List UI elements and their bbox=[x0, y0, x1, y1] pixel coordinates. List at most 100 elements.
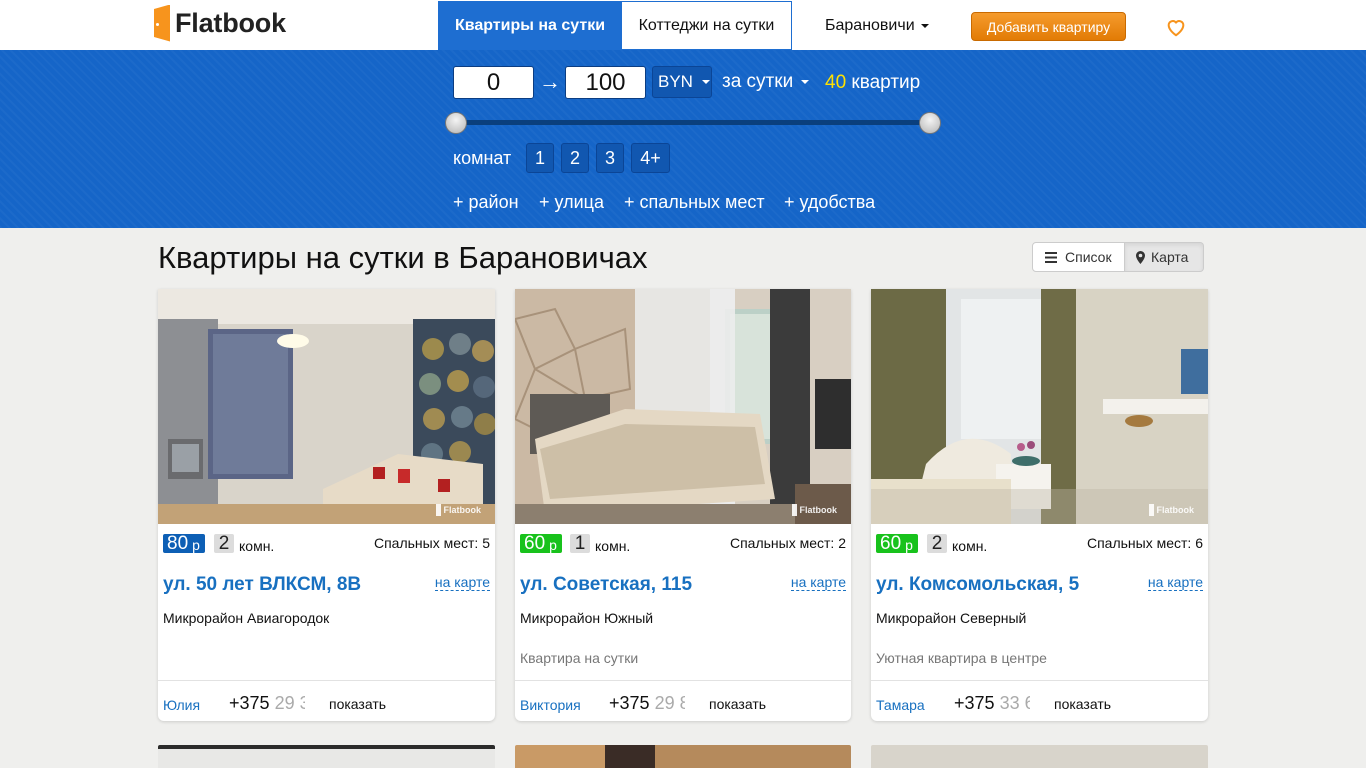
filter-add-street[interactable]: + улица bbox=[539, 192, 604, 213]
price-value: 80 bbox=[167, 532, 189, 554]
watermark: Flatbook bbox=[435, 504, 482, 516]
listing-photo[interactable]: Flatbook bbox=[515, 289, 851, 524]
listing-card[interactable]: Flatbook 60 р 1 комн. Спальных мест: 2 ул… bbox=[515, 289, 851, 721]
rooms-suffix: комн. bbox=[239, 538, 275, 554]
view-list-label: Список bbox=[1065, 249, 1112, 265]
period-label: за сутки bbox=[722, 71, 794, 92]
listing-card[interactable]: Flatbook 80 р 2 комн. Спальных мест: 5 ул… bbox=[158, 289, 495, 721]
logo-text: Flatbook bbox=[175, 7, 286, 38]
price-currency: р bbox=[549, 536, 557, 553]
watermark: Flatbook bbox=[1148, 504, 1195, 516]
price-slider-max-handle[interactable] bbox=[919, 112, 941, 134]
currency-label: BYN bbox=[658, 72, 693, 91]
price-badge[interactable]: 60 р bbox=[520, 532, 562, 554]
listing-district: Микрорайон Северный bbox=[876, 610, 1027, 626]
period-dropdown[interactable]: за сутки bbox=[722, 71, 810, 93]
rooms-filter-3[interactable]: 3 bbox=[596, 143, 624, 173]
add-apartment-button[interactable]: Добавить квартиру bbox=[971, 12, 1126, 41]
listing-district: Микрорайон Южный bbox=[520, 610, 654, 626]
page-title: Квартиры на сутки в Барановичах bbox=[158, 240, 648, 275]
rooms-badge: 1 bbox=[570, 533, 590, 554]
top-navbar: Flatbook Квартиры на сутки Коттеджи на с… bbox=[0, 0, 1366, 50]
range-arrow: → bbox=[539, 69, 561, 94]
listing-street-link[interactable]: ул. Советская, 115 bbox=[520, 574, 692, 596]
listing-photo[interactable]: Flatbook bbox=[871, 289, 1208, 524]
owner-name[interactable]: Тамара bbox=[876, 697, 925, 713]
tab-cottages[interactable]: Коттеджи на сутки bbox=[622, 1, 792, 50]
view-toggle: Список Карта bbox=[1032, 242, 1204, 272]
price-max-input[interactable]: 100 bbox=[565, 66, 646, 99]
watermark-text: Flatbook bbox=[443, 505, 482, 515]
divider bbox=[158, 680, 495, 681]
price-badge[interactable]: 80 р bbox=[163, 532, 205, 554]
price-value: 60 bbox=[524, 532, 546, 554]
phone-number: +375 33 6 bbox=[954, 693, 1030, 713]
rooms-filter-1[interactable]: 1 bbox=[526, 143, 554, 173]
listing-district: Микрорайон Авиагородок bbox=[163, 610, 330, 626]
phone-number: +375 29 3 bbox=[229, 693, 305, 713]
results-count-label: квартир bbox=[851, 72, 921, 93]
door-logo-icon bbox=[154, 4, 170, 42]
logo[interactable]: Flatbook bbox=[154, 4, 286, 42]
watermark-text: Flatbook bbox=[799, 505, 838, 515]
rooms-filter-4plus[interactable]: 4+ bbox=[631, 143, 670, 173]
sleeping-places: Спальных мест: 2 bbox=[729, 535, 846, 551]
show-on-map-link[interactable]: на карте bbox=[434, 574, 490, 591]
caret-down-icon bbox=[801, 80, 810, 84]
listing-card-partial[interactable] bbox=[515, 745, 851, 768]
filter-add-beds[interactable]: + спальных мест bbox=[624, 192, 765, 213]
watermark: Flatbook bbox=[791, 504, 838, 516]
listing-street-link[interactable]: ул. 50 лет ВЛКСМ, 8В bbox=[163, 574, 361, 596]
show-phone-button[interactable]: показать bbox=[1054, 696, 1111, 712]
city-label: Барановичи bbox=[825, 17, 915, 34]
listing-street-link[interactable]: ул. Комсомольская, 5 bbox=[876, 574, 1079, 596]
caret-down-icon bbox=[701, 80, 710, 84]
divider bbox=[515, 680, 851, 681]
phone-number: +375 29 8 bbox=[609, 693, 685, 713]
price-value: 60 bbox=[880, 532, 902, 554]
rooms-filter-2[interactable]: 2 bbox=[561, 143, 589, 173]
show-phone-button[interactable]: показать bbox=[709, 696, 766, 712]
currency-dropdown[interactable]: BYN bbox=[652, 66, 712, 98]
owner-name[interactable]: Виктория bbox=[520, 697, 581, 713]
city-dropdown[interactable]: Барановичи bbox=[825, 17, 929, 35]
listing-description: Квартира на сутки bbox=[520, 650, 639, 666]
listing-card[interactable]: Flatbook 60 р 2 комн. Спальных мест: 6 ул… bbox=[871, 289, 1208, 721]
view-map-label: Карта bbox=[1151, 249, 1189, 265]
sleeping-places: Спальных мест: 6 bbox=[1086, 535, 1203, 551]
list-icon bbox=[1045, 251, 1057, 263]
watermark-text: Flatbook bbox=[1156, 505, 1195, 515]
tab-flats[interactable]: Квартиры на сутки bbox=[438, 1, 622, 50]
price-currency: р bbox=[192, 536, 200, 553]
price-currency: р bbox=[905, 536, 913, 553]
view-map-button[interactable]: Карта bbox=[1125, 242, 1204, 272]
rooms-suffix: комн. bbox=[595, 538, 631, 554]
listing-card-partial[interactable] bbox=[871, 745, 1208, 768]
owner-name[interactable]: Юлия bbox=[163, 697, 200, 713]
price-min-input[interactable]: 0 bbox=[453, 66, 534, 99]
rooms-badge: 2 bbox=[927, 533, 947, 554]
caret-down-icon bbox=[920, 24, 929, 28]
rooms-suffix: комн. bbox=[952, 538, 988, 554]
results-count: 40 квартир bbox=[825, 72, 920, 94]
show-on-map-link[interactable]: на карте bbox=[1147, 574, 1203, 591]
listing-description: Уютная квартира в центре bbox=[876, 650, 1047, 666]
sleeping-places: Спальных мест: 5 bbox=[373, 535, 490, 551]
listing-photo[interactable]: Flatbook bbox=[158, 289, 495, 524]
show-on-map-link[interactable]: на карте bbox=[790, 574, 846, 591]
filter-panel: 0 → 100 BYN за сутки 40 квартир комнат 1… bbox=[0, 50, 1366, 228]
rooms-badge: 2 bbox=[214, 533, 234, 554]
map-marker-icon bbox=[1136, 250, 1145, 264]
listing-card-partial[interactable] bbox=[158, 745, 495, 768]
divider bbox=[871, 680, 1208, 681]
heart-favorites-icon[interactable] bbox=[1165, 16, 1187, 38]
filter-add-district[interactable]: + район bbox=[453, 192, 519, 213]
rooms-filter-label: комнат bbox=[453, 148, 512, 168]
show-phone-button[interactable]: показать bbox=[329, 696, 386, 712]
results-count-number: 40 bbox=[825, 72, 847, 93]
view-list-button[interactable]: Список bbox=[1032, 242, 1125, 272]
price-slider-track[interactable] bbox=[455, 120, 931, 125]
price-slider-min-handle[interactable] bbox=[445, 112, 467, 134]
filter-add-amenities[interactable]: + удобства bbox=[784, 192, 875, 213]
price-badge[interactable]: 60 р bbox=[876, 532, 918, 554]
